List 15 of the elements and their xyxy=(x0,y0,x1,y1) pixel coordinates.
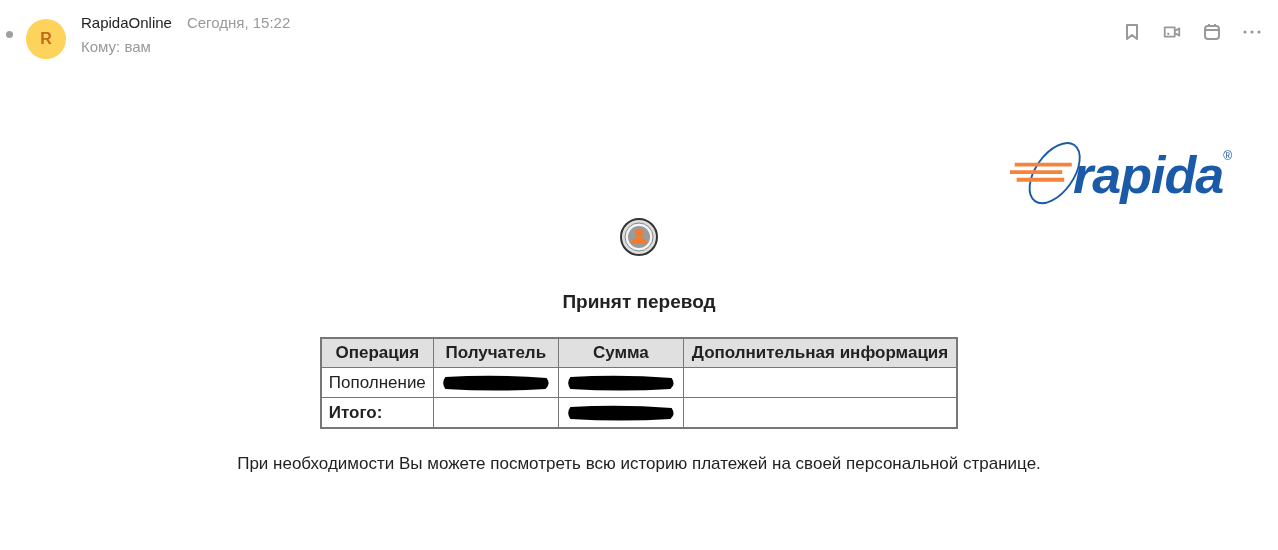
column-header: Получатель xyxy=(433,338,559,368)
table-cell: Пополнение xyxy=(320,367,434,398)
avatar: R xyxy=(26,19,66,59)
logo-text: rapida xyxy=(1073,145,1224,205)
sender-name[interactable]: RapidaOnline xyxy=(81,14,172,31)
registered-mark: ® xyxy=(1223,149,1232,163)
heading: Принят перевод xyxy=(562,291,716,313)
message-date: Сегодня, 15:22 xyxy=(186,14,291,31)
column-header: Дополнительная информация xyxy=(683,338,958,368)
user-icon xyxy=(619,217,659,257)
recipient-label: Кому: вам xyxy=(81,38,152,55)
column-header: Сумма xyxy=(558,338,684,368)
column-header: Операция xyxy=(320,338,434,368)
calendar-icon[interactable] xyxy=(1202,22,1222,42)
info-text: При необходимости Вы можете посмотреть всю историю платежей на своей персональной странице. xyxy=(237,454,1041,474)
